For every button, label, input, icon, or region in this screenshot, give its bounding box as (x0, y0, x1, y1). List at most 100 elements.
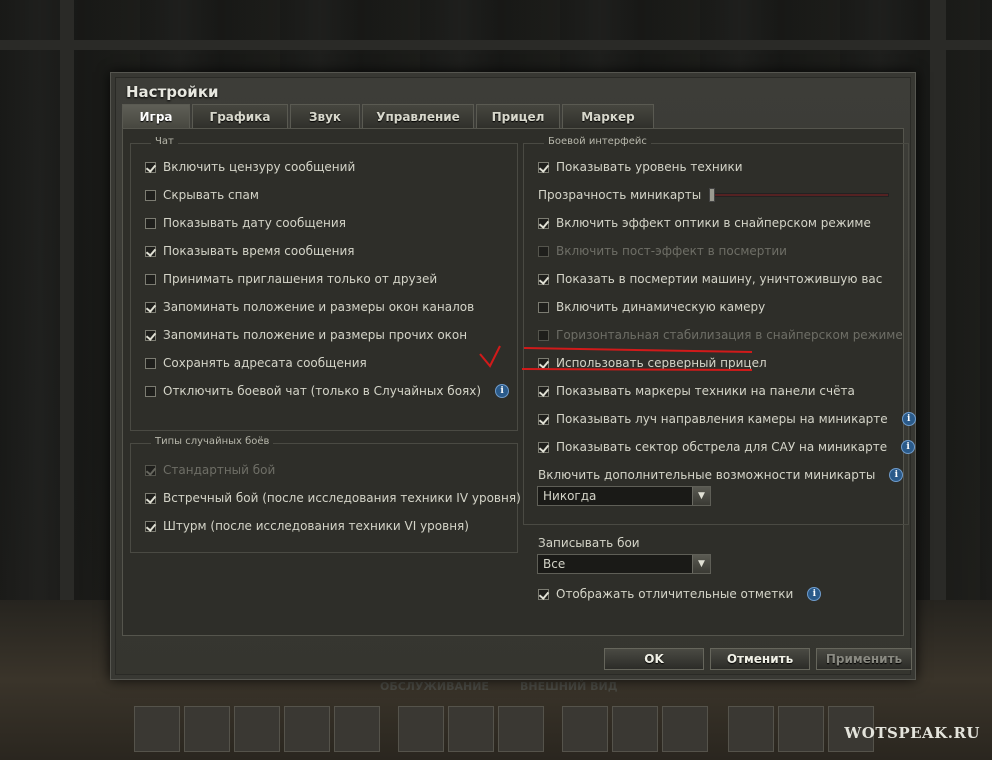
watermark: WOTSPEAK.RU (844, 724, 980, 742)
replays-select[interactable]: Все ▼ (537, 554, 711, 574)
checkbox[interactable] (145, 357, 156, 369)
option-label: Показывать сектор обстрела для САУ на ми… (556, 440, 888, 454)
ok-button[interactable]: OK (604, 648, 704, 670)
info-icon[interactable]: i (901, 440, 916, 454)
chevron-down-icon[interactable]: ▼ (692, 555, 710, 573)
battle-interface-title: Боевой интерфейс (544, 136, 651, 147)
tab-content: Чат Включить цензуру сообщений Скрывать … (122, 128, 916, 636)
checkbox[interactable] (145, 161, 156, 173)
tab-sound[interactable]: Звук (290, 104, 360, 128)
module-slot[interactable] (184, 706, 230, 752)
checkbox[interactable] (145, 329, 156, 341)
checkbox[interactable] (538, 413, 549, 425)
pillar (930, 0, 946, 600)
tab-game[interactable]: Игра (122, 104, 190, 128)
option-label: Встречный бой (после исследования техник… (163, 491, 521, 505)
checkbox[interactable] (145, 492, 156, 504)
equipment-slot[interactable] (398, 706, 444, 752)
module-slot[interactable] (234, 706, 280, 752)
checkbox (538, 245, 549, 257)
interface-option[interactable]: Включить динамическую камеру (538, 298, 765, 316)
chat-option[interactable]: Запоминать положение и размеры прочих ок… (145, 326, 467, 344)
consumable-slot[interactable] (728, 706, 774, 752)
module-slot[interactable] (284, 706, 330, 752)
chat-option[interactable]: Показывать дату сообщения (145, 214, 346, 232)
consumable-slot[interactable] (778, 706, 824, 752)
shell-slot[interactable] (662, 706, 708, 752)
option-label: Включить цензуру сообщений (163, 160, 356, 174)
info-icon[interactable]: i (901, 412, 916, 426)
tab-controls[interactable]: Управление (362, 104, 474, 128)
cancel-button[interactable]: Отменить (710, 648, 810, 670)
checkbox (145, 464, 156, 476)
interface-option[interactable]: Показать в посмертии машину, уничтожившу… (538, 270, 882, 288)
marks-option[interactable]: Отображать отличительные отметки i (538, 585, 822, 603)
slider-thumb[interactable] (709, 188, 715, 202)
checkbox[interactable] (145, 385, 156, 397)
info-icon[interactable]: i (807, 587, 822, 601)
shell-slot[interactable] (612, 706, 658, 752)
checkbox[interactable] (538, 441, 549, 453)
interface-option[interactable]: Показывать уровень техники (538, 158, 743, 176)
crew-slot[interactable] (134, 706, 180, 752)
info-icon[interactable]: i (889, 468, 904, 482)
tab-sight[interactable]: Прицел (476, 104, 560, 128)
replays-label: Записывать бои (538, 536, 640, 550)
checkbox[interactable] (145, 245, 156, 257)
checkbox[interactable] (145, 189, 156, 201)
option-label: Показывать время сообщения (163, 244, 355, 258)
chat-option[interactable]: Скрывать спам (145, 186, 259, 204)
minimap-transparency-slider[interactable] (709, 193, 889, 197)
tab-bar: Игра Графика Звук Управление Прицел Марк… (122, 104, 654, 128)
checkbox[interactable] (538, 273, 549, 285)
chat-option[interactable]: Отключить боевой чат (только в Случайных… (145, 382, 510, 400)
equipment-slot[interactable] (448, 706, 494, 752)
shell-slot[interactable] (562, 706, 608, 752)
battle-types-title: Типы случайных боёв (151, 436, 274, 447)
chat-option[interactable]: Показывать время сообщения (145, 242, 355, 260)
checkbox[interactable] (538, 217, 549, 229)
chevron-down-icon[interactable]: ▼ (692, 487, 710, 505)
checkbox[interactable] (145, 273, 156, 285)
chat-option[interactable]: Включить цензуру сообщений (145, 158, 355, 176)
checkbox[interactable] (145, 301, 156, 313)
battle-type-option[interactable]: Встречный бой (после исследования техник… (145, 489, 521, 507)
chat-group-title: Чат (151, 136, 178, 147)
tab-graphics[interactable]: Графика (192, 104, 288, 128)
equipment-slot[interactable] (498, 706, 544, 752)
tab-marker[interactable]: Маркер (562, 104, 654, 128)
apply-button[interactable]: Применить (816, 648, 912, 670)
option-label: Запоминать положение и размеры окон кана… (163, 300, 475, 314)
chat-option[interactable]: Запоминать положение и размеры окон кана… (145, 298, 474, 316)
interface-option[interactable]: Показывать сектор обстрела для САУ на ми… (538, 438, 916, 456)
option-label: Включить динамическую камеру (556, 300, 766, 314)
option-label: Показать в посмертии машину, уничтожившу… (556, 272, 883, 286)
interface-option[interactable]: Показывать луч направления камеры на мин… (538, 410, 916, 428)
checkbox[interactable] (538, 161, 549, 173)
interface-option[interactable]: Включить эффект оптики в снайперском реж… (538, 214, 871, 232)
module-slot[interactable] (334, 706, 380, 752)
checkbox[interactable] (538, 301, 549, 313)
hidden-appearance-button: ВНЕШНИЙ ВИД (520, 680, 618, 693)
checkbox[interactable] (538, 588, 549, 600)
ceiling-beam (0, 40, 992, 50)
battle-type-option[interactable]: Штурм (после исследования техники VI уро… (145, 517, 469, 535)
chat-option[interactable]: Принимать приглашения только от друзей (145, 270, 437, 288)
minimap-transparency-label: Прозрачность миникарты (538, 188, 702, 202)
battle-type-option: Стандартный бой (145, 461, 275, 479)
interface-option: Включить пост-эффект в посмертии (538, 242, 787, 260)
option-label: Принимать приглашения только от друзей (163, 272, 438, 286)
interface-option[interactable]: Показывать маркеры техники на панели счё… (538, 382, 855, 400)
option-label: Сохранять адресата сообщения (163, 356, 367, 370)
info-icon[interactable]: i (495, 384, 510, 398)
annotation-checkmark (479, 345, 753, 371)
option-label: Штурм (после исследования техники VI уро… (163, 519, 469, 533)
option-label: Показывать уровень техники (556, 160, 743, 174)
checkbox[interactable] (145, 520, 156, 532)
pillar (60, 0, 74, 600)
chat-option[interactable]: Сохранять адресата сообщения (145, 354, 367, 372)
hangar-bottom-bar (134, 706, 874, 758)
minimap-extra-select[interactable]: Никогда ▼ (537, 486, 711, 506)
checkbox[interactable] (145, 217, 156, 229)
checkbox[interactable] (538, 385, 549, 397)
